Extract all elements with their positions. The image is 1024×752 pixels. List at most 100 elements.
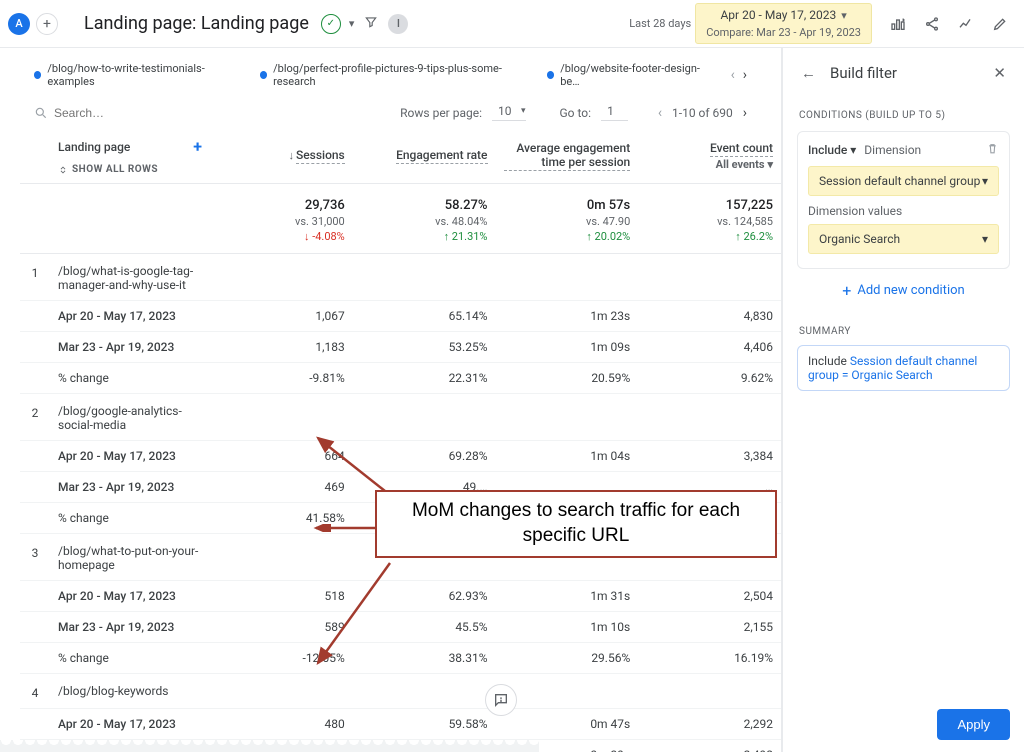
dimension-select-value: Session default channel group [819,174,980,188]
top-bar: A + Landing page: Landing page ✓ ▾ I Las… [0,0,1024,48]
goto-input[interactable]: 1 [601,104,628,121]
add-button[interactable]: + [36,13,58,35]
event-filter-select[interactable]: All events ▾ [716,158,773,171]
col-sessions[interactable]: Sessions [296,148,345,164]
chevron-down-icon: ▾ [767,158,773,171]
share-icon[interactable] [920,12,944,36]
rows-per-page-label: Rows per page: [400,106,482,120]
cell-value: 469 [210,472,353,503]
cell-value: 41.58% [210,503,353,534]
report-status-check-icon[interactable]: ✓ [321,14,341,34]
col-avg-engagement[interactable]: Average engagement time per session [504,141,631,171]
period-label: Apr 20 - May 17, 2023 [50,441,210,472]
dimension-field-label: Dimension [864,143,921,157]
row-number: 2 [20,394,50,441]
chevron-down-icon: ▾ [850,143,856,157]
search-icon [34,106,48,120]
search-input[interactable] [54,106,174,120]
event-filter-label: All events [716,158,765,171]
dimension-cell[interactable]: /blog/what-is-google-tag-manager-and-why… [50,254,210,301]
feedback-button[interactable] [485,684,517,716]
table-row[interactable]: Mar 23 - Apr 19, 2023 589 45.5% 1m 10s 2… [20,612,781,643]
rows-per-page-select[interactable]: 10▾ [492,104,526,121]
table-row[interactable]: Mar 23 - Apr 19, 2023 1,183 53.25% 1m 09… [20,332,781,363]
legend-next-icon[interactable]: › [743,67,747,83]
dimension-cell[interactable]: /blog/blog-keywords [50,674,210,709]
table-search[interactable] [34,106,390,120]
col-engagement-rate[interactable]: Engagement rate [396,148,487,164]
cell-value: 2,292 [638,709,781,740]
cell-value: 59.58% [353,709,496,740]
show-all-rows-button[interactable]: SHOW ALL ROWS [58,164,202,175]
add-dimension-button[interactable]: + [193,137,202,156]
report-area: /blog/how-to-write-testimonials-examples… [0,48,782,752]
chevron-down-icon[interactable]: ▾ [349,17,355,30]
rows-per-page-value: 10 [498,104,512,118]
filter-icon[interactable] [360,11,382,37]
cell-value: 1m 23s [496,301,639,332]
cell-value: 2,155 [638,612,781,643]
close-icon[interactable]: ✕ [989,60,1010,86]
avatar[interactable]: A [8,13,30,35]
back-icon[interactable]: ← [797,60,820,86]
pager-prev-icon[interactable]: ‹ [658,105,662,121]
date-range-picker[interactable]: Apr 20 - May 17, 2023 ▾ Compare: Mar 23 … [695,3,872,45]
legend: /blog/how-to-write-testimonials-examples… [0,56,781,94]
cell-value: 38.31% [353,643,496,674]
legend-item[interactable]: /blog/perfect-profile-pictures-9-tips-pl… [260,62,523,88]
dimension-cell[interactable]: /blog/google-analytics-social-media [50,394,210,441]
table-row[interactable]: 1 /blog/what-is-google-tag-manager-and-w… [20,254,781,301]
cell-value: 2,498 [638,740,781,752]
cell-value: 62.93% [353,581,496,612]
dimension-cell[interactable]: /blog/what-to-put-on-your-homepage [50,534,210,581]
table-row[interactable]: Apr 20 - May 17, 2023 480 59.58% 0m 47s … [20,709,781,740]
match-type-select[interactable]: Include ▾ [808,143,856,157]
table-row[interactable]: % change -12.05% 38.31% 29.56% 16.19% [20,643,781,674]
table-row[interactable]: 2 /blog/google-analytics-social-media [20,394,781,441]
insights-icon[interactable] [954,12,978,36]
chevron-down-icon: ▾ [841,9,847,22]
customize-report-icon[interactable] [886,12,910,36]
edit-icon[interactable] [988,12,1012,36]
cell-value: -12.05% [210,643,353,674]
legend-dot-icon [34,71,41,79]
legend-prev-icon[interactable]: ‹ [731,67,735,83]
summary-events-delta: ↑ 26.2% [646,230,773,243]
legend-dot-icon [547,71,554,79]
chevron-down-icon: ▾ [982,174,988,188]
table-row[interactable]: 4 /blog/blog-keywords [20,674,781,709]
sort-desc-icon[interactable]: ↓ [288,149,294,162]
cell-value: 1m 04s [496,441,639,472]
filter-summary: Include Session default channel group = … [797,345,1010,391]
dimension-select[interactable]: Session default channel group ▾ [808,166,999,196]
summary-engrate-value: 58.27% [361,198,488,213]
dimension-value-select[interactable]: Organic Search ▾ [808,224,999,254]
legend-dot-icon [260,71,267,79]
summary-sessions-vs: vs. 31,000 [218,215,345,228]
legend-item[interactable]: /blog/how-to-write-testimonials-examples [34,62,236,88]
chevron-down-icon: ▾ [982,232,988,246]
delete-condition-icon[interactable] [986,142,999,158]
period-label: % change [50,363,210,394]
table-row[interactable]: Apr 20 - May 17, 2023 518 62.93% 1m 31s … [20,581,781,612]
table-toolbar: Rows per page: 10▾ Go to: 1 ‹ 1-10 of 69… [0,94,781,129]
table-row[interactable]: Apr 20 - May 17, 2023 1,067 65.14% 1m 23… [20,301,781,332]
summary-events-vs: vs. 124,585 [646,215,773,228]
add-condition-button[interactable]: + Add new condition [797,269,1010,312]
table-row[interactable]: % change -9.81% 22.31% 20.59% 9.62% [20,363,781,394]
table-row[interactable]: Apr 20 - May 17, 2023 664 69.28% 1m 04s … [20,441,781,472]
filter-sidebar: ← Build filter ✕ CONDITIONS (BUILD UP TO… [782,48,1024,752]
summary-sessions-value: 29,736 [218,198,345,213]
col-event-count[interactable]: Event count [710,141,773,157]
condition-card: Include ▾ Dimension Session default chan… [797,131,1010,269]
legend-item[interactable]: /blog/website-footer-design-be… [547,62,707,88]
cell-value: 1m 09s [496,332,639,363]
apply-button[interactable]: Apply [937,709,1010,740]
pager-next-icon[interactable]: › [743,105,747,121]
cell-value: 664 [210,441,353,472]
pager-status: 1-10 of 690 [672,106,733,120]
dimension-header[interactable]: Landing page [58,140,130,154]
cell-value: 69.28% [353,441,496,472]
filter-badge[interactable]: I [388,14,408,34]
legend-label: /blog/perfect-profile-pictures-9-tips-pl… [273,62,523,88]
